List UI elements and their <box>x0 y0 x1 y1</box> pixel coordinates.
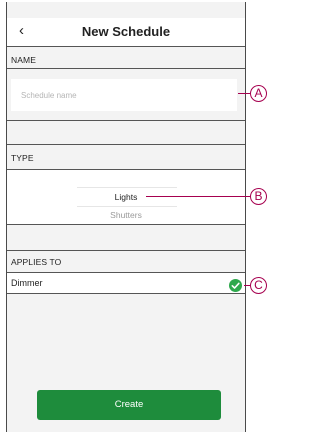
header-bar: ‹ New Schedule <box>7 18 245 46</box>
callout-a: A <box>250 85 267 102</box>
phone-screen: ‹ New Schedule NAME TYPE Lights Shutters… <box>6 2 246 432</box>
divider <box>7 68 245 69</box>
callout-b: B <box>250 188 267 205</box>
divider <box>7 250 245 251</box>
divider <box>7 120 245 121</box>
type-picker[interactable]: Lights Shutters <box>7 170 245 224</box>
type-option-shutters[interactable]: Shutters <box>7 210 245 220</box>
picker-bottom-line <box>77 206 177 207</box>
type-option-lights[interactable]: Lights <box>7 192 245 202</box>
callout-a-line <box>238 93 250 94</box>
schedule-name-input[interactable] <box>11 79 237 111</box>
callout-b-line <box>146 196 250 197</box>
callout-c: C <box>250 277 267 294</box>
divider <box>7 46 245 47</box>
create-button[interactable]: Create <box>37 390 221 420</box>
name-section-label: NAME <box>11 55 36 65</box>
applies-to-section-label: APPLIES TO <box>11 257 62 267</box>
device-row-dimmer[interactable] <box>7 273 245 293</box>
page-title: New Schedule <box>81 24 171 39</box>
check-icon[interactable] <box>229 279 242 292</box>
divider <box>7 144 245 145</box>
picker-top-line <box>77 187 177 188</box>
type-section-label: TYPE <box>11 153 34 163</box>
divider <box>7 224 245 225</box>
divider <box>7 293 245 294</box>
device-label-dimmer: Dimmer <box>11 278 43 288</box>
